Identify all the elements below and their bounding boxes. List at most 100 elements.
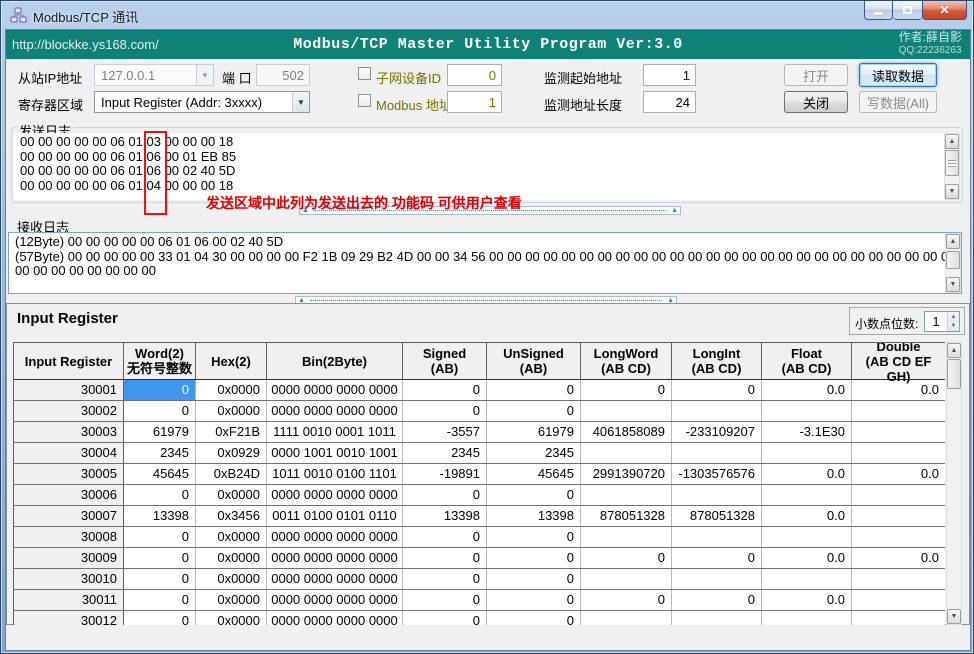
- data-cell[interactable]: [581, 527, 672, 547]
- data-cell[interactable]: -233109207: [672, 422, 762, 442]
- data-cell[interactable]: 0: [581, 590, 672, 610]
- data-cell[interactable]: 0: [124, 569, 196, 589]
- data-cell[interactable]: 0: [403, 548, 487, 568]
- data-cell[interactable]: 0000 1001 0010 1001: [267, 443, 403, 463]
- data-cell[interactable]: 0.0: [762, 506, 852, 526]
- data-cell[interactable]: 1111 0010 0001 1011: [267, 422, 403, 442]
- data-cell[interactable]: [852, 611, 945, 625]
- minimize-button[interactable]: [864, 1, 893, 20]
- data-cell[interactable]: [672, 569, 762, 589]
- data-cell[interactable]: 0.0: [852, 464, 945, 484]
- collapse-up-icon[interactable]: ▲: [669, 207, 680, 214]
- data-cell[interactable]: 0000 0000 0000 0000: [267, 380, 403, 400]
- data-cell[interactable]: 0: [487, 485, 581, 505]
- data-cell[interactable]: 2345: [403, 443, 487, 463]
- data-cell[interactable]: 0: [487, 380, 581, 400]
- data-cell[interactable]: [762, 443, 852, 463]
- data-cell[interactable]: [581, 443, 672, 463]
- data-cell[interactable]: 0: [403, 569, 487, 589]
- data-cell[interactable]: [581, 401, 672, 421]
- data-cell[interactable]: [672, 527, 762, 547]
- data-cell[interactable]: [852, 443, 945, 463]
- data-cell[interactable]: -1303576576: [672, 464, 762, 484]
- data-cell[interactable]: [852, 506, 945, 526]
- data-cell[interactable]: 45645: [487, 464, 581, 484]
- close-button[interactable]: ✕: [922, 1, 967, 20]
- data-cell[interactable]: 0: [403, 590, 487, 610]
- data-cell[interactable]: [852, 590, 945, 610]
- data-cell[interactable]: 1011 0010 0100 1101: [267, 464, 403, 484]
- data-cell[interactable]: 0.0: [762, 380, 852, 400]
- data-cell[interactable]: 0x0000: [196, 380, 267, 400]
- data-cell[interactable]: 0: [403, 611, 487, 625]
- row-header-cell[interactable]: 30011: [14, 590, 124, 610]
- row-header-cell[interactable]: 30010: [14, 569, 124, 589]
- decimal-places-input[interactable]: [925, 312, 947, 331]
- title-bar[interactable]: Modbus/TCP 通讯 ✕: [1, 1, 974, 29]
- data-cell[interactable]: [672, 611, 762, 625]
- data-cell[interactable]: 0x0000: [196, 611, 267, 625]
- data-cell[interactable]: -19891: [403, 464, 487, 484]
- scrollbar-thumb[interactable]: [945, 150, 959, 176]
- data-cell[interactable]: 0x3456: [196, 506, 267, 526]
- data-cell[interactable]: 0011 0100 0101 0110: [267, 506, 403, 526]
- data-cell[interactable]: 0: [581, 548, 672, 568]
- subnet-id-input[interactable]: [447, 64, 502, 86]
- close-connection-button[interactable]: 关闭: [784, 91, 848, 113]
- scroll-up-icon[interactable]: ▲: [945, 134, 959, 149]
- start-address-input[interactable]: [643, 64, 696, 86]
- data-cell[interactable]: 0000 0000 0000 0000: [267, 590, 403, 610]
- data-cell[interactable]: 0000 0000 0000 0000: [267, 569, 403, 589]
- data-cell[interactable]: -3.1E30: [762, 422, 852, 442]
- decimal-places-spinner[interactable]: ▲ ▼: [924, 311, 960, 332]
- data-cell[interactable]: [672, 485, 762, 505]
- open-button[interactable]: 打开: [784, 64, 848, 86]
- data-cell[interactable]: 0: [124, 611, 196, 625]
- data-cell[interactable]: 0: [124, 401, 196, 421]
- data-cell[interactable]: [762, 569, 852, 589]
- data-cell[interactable]: [762, 485, 852, 505]
- data-cell[interactable]: [852, 569, 945, 589]
- grid-scrollbar[interactable]: ▲ ▼: [946, 342, 962, 625]
- data-cell[interactable]: [852, 401, 945, 421]
- data-cell[interactable]: 0x0000: [196, 548, 267, 568]
- data-cell[interactable]: 0x0000: [196, 569, 267, 589]
- row-header-cell[interactable]: 30008: [14, 527, 124, 547]
- data-cell[interactable]: 0x0929: [196, 443, 267, 463]
- data-cell[interactable]: [762, 401, 852, 421]
- data-cell[interactable]: 0: [487, 548, 581, 568]
- data-cell[interactable]: [581, 485, 672, 505]
- data-cell[interactable]: 0: [124, 548, 196, 568]
- data-cell[interactable]: 2991390720: [581, 464, 672, 484]
- data-cell[interactable]: 0: [403, 401, 487, 421]
- scroll-down-icon[interactable]: ▼: [946, 277, 960, 292]
- data-cell[interactable]: 0.0: [852, 548, 945, 568]
- data-cell[interactable]: 0: [124, 590, 196, 610]
- chevron-down-icon[interactable]: ▼: [196, 65, 213, 85]
- data-cell[interactable]: [762, 527, 852, 547]
- data-cell[interactable]: 0xF21B: [196, 422, 267, 442]
- data-cell[interactable]: 0: [124, 485, 196, 505]
- data-cell[interactable]: 13398: [403, 506, 487, 526]
- scroll-up-icon[interactable]: ▲: [947, 343, 961, 358]
- data-cell[interactable]: 0.0: [762, 590, 852, 610]
- data-cell[interactable]: [852, 422, 945, 442]
- recv-log-text[interactable]: (12Byte) 00 00 00 00 00 06 01 06 00 02 4…: [8, 232, 962, 294]
- ip-combobox[interactable]: 127.0.0.1 ▼: [94, 64, 214, 86]
- scroll-down-icon[interactable]: ▼: [947, 609, 961, 624]
- data-cell[interactable]: -3557: [403, 422, 487, 442]
- data-cell[interactable]: [762, 611, 852, 625]
- data-cell[interactable]: 0000 0000 0000 0000: [267, 401, 403, 421]
- data-cell[interactable]: 0: [487, 569, 581, 589]
- chevron-down-icon[interactable]: ▼: [292, 92, 309, 112]
- register-region-combobox[interactable]: Input Register (Addr: 3xxxx) ▼: [94, 91, 310, 113]
- data-cell[interactable]: 0000 0000 0000 0000: [267, 548, 403, 568]
- data-cell[interactable]: 61979: [124, 422, 196, 442]
- data-cell[interactable]: [852, 485, 945, 505]
- subnet-id-checkbox[interactable]: [358, 67, 371, 80]
- port-input[interactable]: [256, 64, 310, 86]
- data-cell[interactable]: 0: [487, 401, 581, 421]
- data-cell[interactable]: 0: [487, 590, 581, 610]
- spin-down-icon[interactable]: ▼: [948, 322, 959, 332]
- recv-log-scrollbar[interactable]: ▲ ▼: [945, 233, 961, 293]
